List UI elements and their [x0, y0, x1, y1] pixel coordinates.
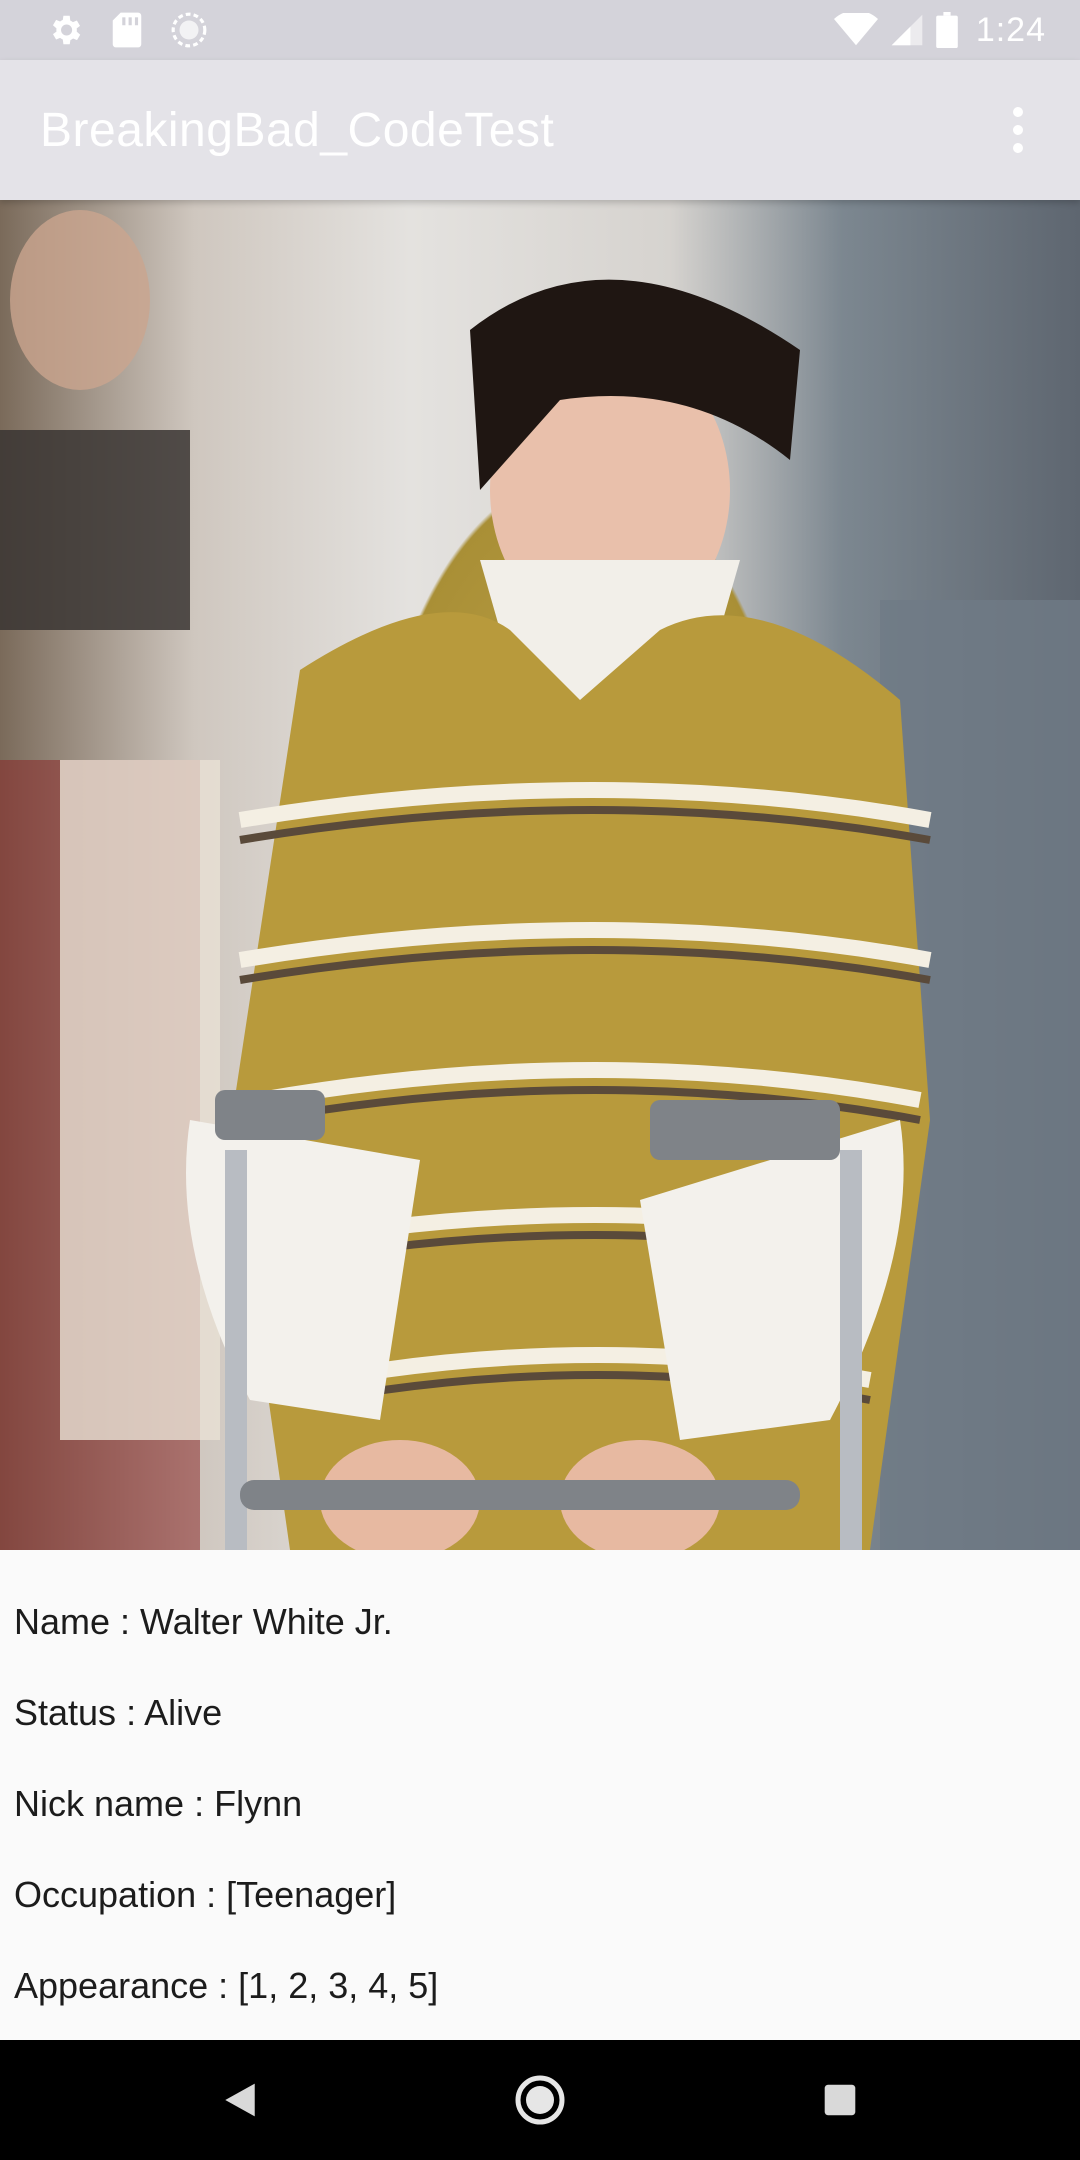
name-row: NameWalter White Jr. [14, 1601, 393, 1642]
sd-card-icon [110, 11, 144, 49]
character-image [0, 200, 1080, 1550]
status-right-icons: 1:24 [822, 11, 1046, 50]
cell-signal-icon [890, 13, 924, 47]
status-label: Status [14, 1692, 144, 1733]
more-vert-icon[interactable] [994, 90, 1042, 170]
name-value: Walter White Jr. [140, 1601, 393, 1642]
status-row: StatusAlive [14, 1692, 223, 1733]
occupation-value: [Teenager] [226, 1874, 397, 1915]
home-icon[interactable] [510, 2070, 570, 2130]
occupation-row: Occupation[Teenager] [14, 1874, 397, 1915]
nickname-label: Nick name [14, 1783, 214, 1824]
nickname-value: Flynn [214, 1783, 303, 1824]
status-time: 1:24 [975, 10, 1046, 49]
appearance-label: Appearance [14, 1965, 238, 2006]
name-label: Name [14, 1601, 140, 1642]
character-photo-placeholder [0, 210, 1080, 1550]
occupation-label: Occupation [14, 1874, 226, 1915]
app-bar: BreakingBad_CodeTest [0, 60, 1080, 200]
appearance-row: Appearance[1, 2, 3, 4, 5] [14, 1965, 439, 2006]
app-title: BreakingBad_CodeTest [40, 103, 555, 157]
nickname-row: Nick nameFlynn [14, 1783, 303, 1824]
recents-icon[interactable] [810, 2070, 870, 2130]
wifi-icon [833, 13, 878, 47]
status-left-icons [46, 11, 234, 49]
back-icon[interactable] [210, 2070, 270, 2130]
navigation-bar [0, 2040, 1080, 2160]
appearance-value: [1, 2, 3, 4, 5] [238, 1965, 439, 2006]
status-bar: 1:24 [0, 0, 1080, 60]
settings-icon [46, 11, 84, 49]
status-value: Alive [144, 1692, 223, 1733]
sync-icon [170, 11, 208, 49]
character-details: NameWalter White Jr. StatusAlive Nick na… [0, 1550, 1080, 2040]
battery-icon [936, 12, 958, 48]
